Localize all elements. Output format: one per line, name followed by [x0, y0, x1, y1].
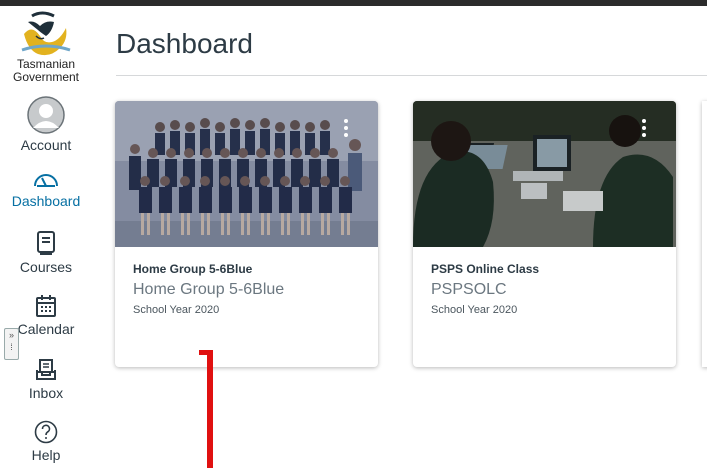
nav-label-courses: Courses — [19, 259, 73, 275]
class-photo-image[interactable] — [115, 101, 378, 247]
card-title[interactable]: Home Group 5-6Blue — [133, 262, 252, 276]
nav-item-account[interactable]: Account — [0, 96, 92, 153]
inbox-icon — [36, 359, 56, 380]
card-term: School Year 2020 — [133, 304, 220, 316]
dashboard-gauge-icon — [34, 174, 58, 187]
calendar-icon — [36, 295, 56, 317]
global-navigation: Tasmanian Government Account Dashboard C… — [0, 6, 92, 468]
brand-line-2: Government — [12, 70, 80, 84]
nav-label-inbox: Inbox — [28, 385, 64, 401]
course-card-home-group[interactable]: Home Group 5-6Blue Home Group 5-6Blue Sc… — [115, 101, 378, 367]
tasmanian-tiger-logo-icon — [21, 11, 71, 56]
nav-item-inbox[interactable]: Inbox — [0, 358, 92, 401]
tasmanian-government-logo[interactable]: Tasmanian Government — [0, 10, 92, 84]
nav-item-courses[interactable]: Courses — [0, 230, 92, 275]
students-laptops-image[interactable] — [413, 101, 676, 247]
courses-book-icon — [37, 231, 55, 255]
nav-label-calendar: Calendar — [17, 321, 75, 337]
card-options-kebab-icon[interactable] — [344, 119, 348, 141]
card-course-code: Home Group 5-6Blue — [133, 281, 285, 298]
avatar-icon — [27, 96, 65, 134]
collapse-nav-handle[interactable]: » ⁞ — [4, 328, 19, 360]
top-bar — [0, 0, 707, 6]
card-title[interactable]: PSPS Online Class — [431, 262, 539, 276]
nav-label-account: Account — [20, 137, 72, 153]
nav-item-dashboard[interactable]: Dashboard — [0, 168, 92, 209]
nav-label-dashboard: Dashboard — [11, 193, 81, 209]
card-term: School Year 2020 — [431, 304, 518, 316]
title-divider — [116, 75, 707, 76]
course-card-psps-online[interactable]: PSPS Online Class PSPSOLC School Year 20… — [413, 101, 676, 367]
page-title: Dashboard — [116, 28, 253, 59]
card-course-code: PSPSOLC — [431, 281, 507, 298]
annotation-marker-line — [207, 350, 213, 468]
course-card-partial[interactable] — [702, 101, 707, 367]
grip-icon: ⁞ — [10, 342, 13, 352]
double-chevron-right-icon: » — [8, 330, 14, 340]
nav-item-help[interactable]: Help — [0, 420, 92, 463]
nav-label-help: Help — [31, 447, 61, 463]
help-question-icon — [34, 420, 58, 444]
card-options-kebab-icon[interactable] — [642, 119, 646, 141]
